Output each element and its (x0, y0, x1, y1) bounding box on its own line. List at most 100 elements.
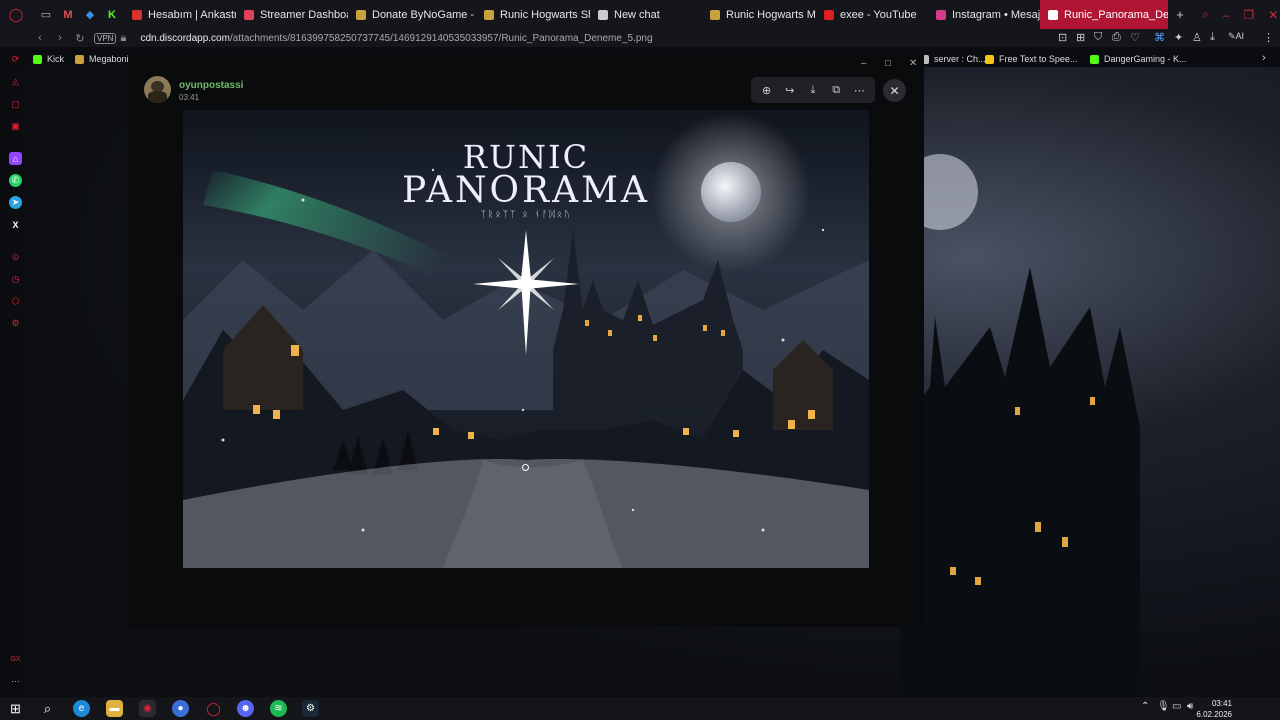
tab-favicon-icon (824, 9, 834, 20)
restore-button[interactable]: ❐ (1243, 8, 1254, 22)
whatsapp-icon[interactable]: ✆ (9, 174, 22, 187)
bookmark-label: Free Text to Spee... (999, 54, 1078, 64)
tab-6[interactable]: Runic Hogwarts Mağa (702, 0, 816, 29)
system-clock[interactable]: 03:41 6.02.2026 (1196, 698, 1232, 720)
spotify-icon[interactable]: ≋ (270, 700, 287, 717)
twitch-icon[interactable]: ⌂ (9, 152, 22, 165)
close-viewer-button[interactable]: ✕ (883, 79, 906, 102)
bookmark-item[interactable]: Kick (33, 51, 64, 67)
more-icon[interactable]: ⋯ (9, 675, 22, 688)
opera-gx-icon[interactable]: ◉ (139, 700, 156, 717)
vpn-badge[interactable]: VPN (94, 32, 117, 44)
app-icon[interactable]: ◆ (82, 7, 98, 23)
messenger-icon[interactable]: ▢ (9, 98, 22, 111)
bookmark-label: server : Ch... (934, 54, 986, 64)
bookmark-item[interactable]: DangerGaming - K... (1090, 51, 1187, 67)
x-icon[interactable]: X (9, 218, 22, 231)
url-path: /attachments/816399758250737745/14691291… (229, 32, 653, 44)
volume-icon[interactable]: 🔊︎ (1187, 701, 1193, 712)
ai-button[interactable]: ✎AI (1228, 31, 1244, 42)
player-icon[interactable]: ▣ (9, 120, 22, 133)
modal-maximize-button[interactable]: □ (885, 58, 891, 69)
taskbar: ⊞ ⌕ e ▬ ◉ ● ◯ ☻ ≋ ⚙ ⌃ 🎙︎ ▭ 🔊︎ (0, 697, 1280, 720)
new-tab-button[interactable]: + (1172, 7, 1188, 23)
menu-icon[interactable]: ⋮ (1263, 31, 1274, 44)
url-field[interactable]: cdn.discordapp.com/attachments/816399758… (140, 33, 652, 44)
avatar[interactable] (144, 76, 171, 103)
heart-icon[interactable]: ♡ (1130, 31, 1140, 44)
forward-button[interactable]: › (50, 32, 70, 44)
modal-minimize-button[interactable]: – (861, 58, 867, 69)
pinboard-icon[interactable]: ⌘ (1154, 31, 1165, 44)
aria-icon[interactable]: ⟳ (9, 53, 22, 66)
tab-favicon-icon (936, 9, 946, 20)
network-icon[interactable]: ▭ (1172, 701, 1181, 712)
username[interactable]: oyunpostassi (179, 80, 243, 91)
download-icon[interactable]: ⤓ (804, 81, 822, 99)
telegram-icon[interactable]: ➤ (9, 196, 22, 209)
discord-icon[interactable]: ☻ (237, 700, 254, 717)
url-domain: cdn.discordapp.com (140, 32, 230, 44)
app-taskbar-icon[interactable]: ● (172, 700, 189, 717)
bookmark-item[interactable]: server : Ch... (920, 51, 986, 67)
shield-icon[interactable]: ⛉ (1094, 31, 1102, 44)
tab-8[interactable]: Instagram • Mesajlar (928, 0, 1040, 29)
search-tabs-icon[interactable]: ⌕ (1202, 7, 1209, 22)
close-window-button[interactable]: ✕ (1268, 8, 1278, 22)
zoom-in-icon[interactable]: ⊕ (758, 81, 776, 99)
extensions-sidebar-icon[interactable]: ⬡ (9, 295, 22, 308)
tab-favicon-icon (356, 9, 366, 20)
kick-icon[interactable]: K (104, 7, 120, 23)
profile-icon[interactable]: ♙ (1192, 31, 1202, 44)
message-time: 03:41 (179, 93, 200, 102)
bookmark-favicon-icon (75, 54, 84, 64)
microphone-icon[interactable]: 🎙︎ (1157, 701, 1170, 712)
extensions-icon[interactable]: ✦ (1174, 31, 1183, 44)
tab-label: Hesabım | Ankastre Se (148, 8, 236, 21)
reload-button[interactable]: ↻ (70, 32, 90, 45)
tab-1[interactable]: Hesabım | Ankastre Se (124, 0, 236, 29)
share-icon[interactable]: ⎙ (1112, 31, 1121, 44)
clock-time: 03:41 (1211, 699, 1232, 708)
tab-3[interactable]: Donate ByNoGame - d (348, 0, 476, 29)
edge-icon[interactable]: e (73, 700, 90, 717)
settings-icon[interactable]: ⚙ (9, 317, 22, 330)
minimize-button[interactable]: – (1223, 8, 1230, 22)
steam-icon[interactable]: ⚙ (302, 700, 319, 717)
tab-label: Runic_Panorama_Deneme (1064, 8, 1168, 21)
bookmark-item[interactable]: Megaboni (75, 51, 129, 67)
tab-favicon-icon (484, 9, 494, 20)
more-options-icon[interactable]: ⋯ (850, 81, 868, 99)
image-subtitle: ᛉᚱᛟᛉᛉ ᛟ ᚾᚨᛞᛟᚢ (480, 210, 572, 220)
forward-icon[interactable]: ↪ (781, 81, 799, 99)
tab-2[interactable]: Streamer Dashboard (236, 0, 348, 29)
gmail-icon[interactable]: M (60, 7, 76, 23)
gx-icon[interactable]: GX (9, 653, 22, 666)
image-toolbar: ⊕ ↪ ⤓ ⧉ ⋯ (751, 77, 875, 103)
back-button[interactable]: ‹ (30, 32, 50, 44)
tab-4[interactable]: Runic Hogwarts Shop (476, 0, 590, 29)
bookmarks-more-icon[interactable]: › (1262, 52, 1266, 64)
play-icon[interactable]: ⊙ (9, 251, 22, 264)
tab-overview-icon[interactable]: ▭ (38, 7, 54, 23)
open-external-icon[interactable]: ⧉ (827, 81, 845, 99)
tab-5[interactable]: New chat (590, 0, 702, 29)
snapshot-icon[interactable]: ⊡ (1058, 31, 1067, 44)
bookmark-item[interactable]: Free Text to Spee... (985, 51, 1077, 67)
opera-icon[interactable]: ◯ (205, 700, 222, 717)
tab-label: Instagram • Mesajlar (952, 8, 1040, 21)
tab-9[interactable]: Runic_Panorama_Deneme✕ (1040, 0, 1168, 29)
tab-7[interactable]: exee - YouTube (816, 0, 928, 29)
file-explorer-icon[interactable]: ▬ (106, 700, 123, 717)
modal-close-x-button[interactable]: ✕ (909, 58, 917, 69)
extension-icon[interactable]: ⊞ (1076, 31, 1085, 44)
lock-icon[interactable]: 🔒︎ (116, 32, 130, 45)
history-icon[interactable]: ◷ (9, 273, 22, 286)
search-icon[interactable]: ⌕ (39, 700, 56, 717)
crypto-wallet-icon[interactable]: ◬ (9, 75, 22, 88)
download-icon[interactable]: ⤓ (1210, 31, 1215, 44)
opera-logo-icon[interactable]: ◯ (8, 7, 24, 23)
tray-expand-icon[interactable]: ⌃ (1141, 701, 1149, 712)
windows-start-icon[interactable]: ⊞ (7, 700, 24, 717)
tab-label: Runic Hogwarts Mağa (726, 8, 816, 21)
